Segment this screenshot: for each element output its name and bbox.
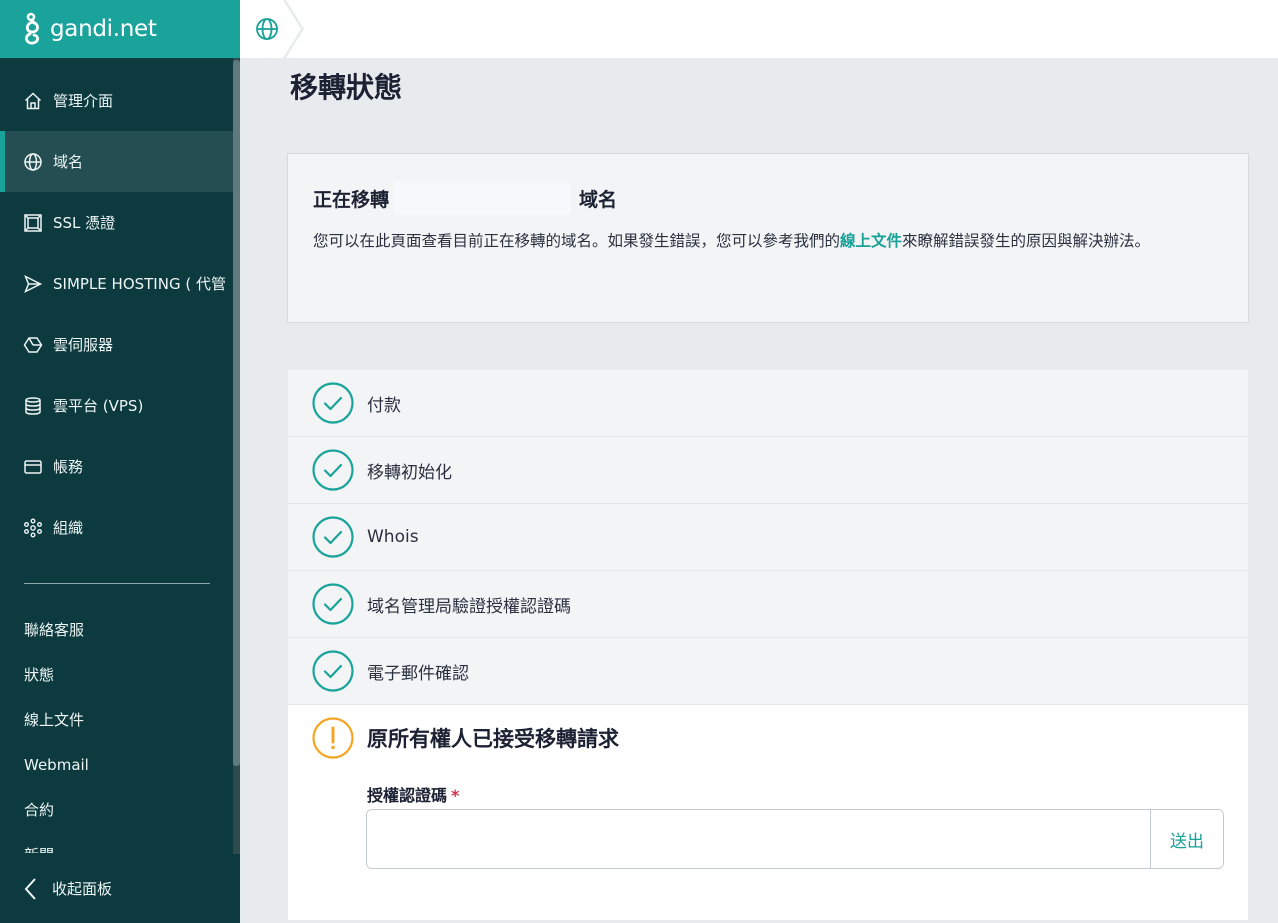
auth-code-input-group: 送出 [366, 809, 1224, 869]
sidebar-item-cloud-server[interactable]: 雲伺服器 [0, 314, 233, 375]
link-documentation[interactable]: 線上文件 [0, 698, 233, 743]
main-nav: 管理介面 域名 SSL 憑證 SIMPLE HOSTING ( 代管 雲伺服器 [0, 70, 233, 558]
sidebar-item-organization[interactable]: 組織 [0, 497, 233, 558]
server-icon [22, 395, 44, 417]
link-news[interactable]: 新聞 [0, 833, 233, 853]
auth-code-label: 授權認證碼 * [367, 782, 459, 806]
sidebar-item-label: 域名 [53, 153, 84, 171]
page-title: 移轉狀態 [290, 71, 403, 104]
required-marker: * [451, 786, 460, 805]
top-bar [240, 0, 1278, 58]
info-title-prefix: 正在移轉 [313, 188, 390, 211]
home-icon [22, 90, 44, 112]
auth-code-label-text: 授權認證碼 [367, 786, 448, 805]
info-desc-after: 來瞭解錯誤發生的原因與解決辦法。 [902, 232, 1151, 250]
sidebar-item-label: 組織 [53, 519, 84, 537]
check-circle-icon [312, 650, 354, 692]
sidebar-item-label: SSL 憑證 [53, 214, 116, 232]
collapse-panel-label: 收起面板 [52, 880, 113, 898]
sidebar-divider [24, 583, 210, 584]
step-label: 電子郵件確認 [367, 663, 469, 684]
sidebar-item-dashboard[interactable]: 管理介面 [0, 70, 233, 131]
link-contracts[interactable]: 合約 [0, 788, 233, 833]
link-status[interactable]: 狀態 [0, 653, 233, 698]
check-circle-icon [312, 449, 354, 491]
step-payment: 付款 [288, 370, 1248, 437]
check-circle-icon [312, 583, 354, 625]
sidebar-item-label: 雲伺服器 [53, 336, 114, 354]
transfer-steps: 付款 移轉初始化 Whois 域名管理局驗證授權認證碼 電子郵件確認 原所有權人… [288, 370, 1248, 920]
certificate-icon [22, 212, 44, 234]
globe-icon [22, 151, 44, 173]
info-title-suffix: 域名 [579, 188, 618, 211]
documentation-link[interactable]: 線上文件 [840, 232, 902, 250]
collapse-panel-button[interactable]: 收起面板 [0, 854, 240, 923]
pending-step-header: 原所有權人已接受移轉請求 [312, 717, 619, 759]
sidebar-item-ssl[interactable]: SSL 憑證 [0, 192, 233, 253]
brand-name: gandi.net [50, 16, 157, 42]
step-registry-authcode: 域名管理局驗證授權認證碼 [288, 571, 1248, 638]
auth-code-input[interactable] [367, 810, 1150, 868]
sidebar-item-billing[interactable]: 帳務 [0, 436, 233, 497]
sidebar-scrollbar-thumb[interactable] [233, 60, 240, 766]
info-desc-before: 您可以在此頁面查看目前正在移轉的域名。如果發生錯誤，您可以參考我們的 [313, 232, 841, 250]
submit-button[interactable]: 送出 [1150, 810, 1223, 868]
step-label: 移轉初始化 [367, 462, 452, 483]
step-label: 域名管理局驗證授權認證碼 [367, 596, 571, 617]
step-owner-acceptance: 原所有權人已接受移轉請求 授權認證碼 * 送出 [288, 705, 1248, 920]
check-circle-icon [312, 516, 354, 558]
warning-circle-icon [312, 717, 354, 759]
brand-logo[interactable]: gandi.net [0, 0, 240, 58]
sidebar-item-simple-hosting[interactable]: SIMPLE HOSTING ( 代管 [0, 253, 233, 314]
gandi-logo-icon [25, 12, 40, 45]
step-label: 付款 [367, 395, 401, 416]
sidebar-item-vps[interactable]: 雲平台 (VPS) [0, 375, 233, 436]
step-whois: Whois [288, 504, 1248, 571]
chevron-left-icon [24, 877, 36, 900]
credit-card-icon [22, 456, 44, 478]
transfer-info-card: 正在移轉 域名 您可以在此頁面查看目前正在移轉的域名。如果發生錯誤，您可以參考我… [287, 153, 1249, 323]
sidebar-item-domains[interactable]: 域名 [0, 131, 233, 192]
info-title: 正在移轉 域名 [313, 181, 617, 215]
redacted-domain [393, 181, 572, 215]
breadcrumb-separator [280, 0, 304, 58]
sidebar-item-label: 帳務 [53, 458, 84, 476]
pending-step-title: 原所有權人已接受移轉請求 [367, 727, 619, 751]
step-transfer-init: 移轉初始化 [288, 437, 1248, 504]
sidebar-item-label: 管理介面 [53, 92, 114, 110]
info-description: 您可以在此頁面查看目前正在移轉的域名。如果發生錯誤，您可以參考我們的線上文件來瞭… [313, 229, 1223, 254]
send-icon [22, 273, 44, 295]
sidebar-links: 聯絡客服 狀態 線上文件 Webmail 合約 新聞 [0, 608, 233, 853]
sidebar-item-label: SIMPLE HOSTING ( 代管 [53, 275, 226, 293]
step-email-confirmation: 電子郵件確認 [288, 638, 1248, 705]
link-contact-support[interactable]: 聯絡客服 [0, 608, 233, 653]
network-icon [22, 517, 44, 539]
sidebar: gandi.net 管理介面 域名 SSL 憑證 SIMPLE HOSTING … [0, 0, 240, 923]
hexagon-icon [22, 334, 44, 356]
main-content: 移轉狀態 正在移轉 域名 您可以在此頁面查看目前正在移轉的域名。如果發生錯誤，您… [240, 58, 1278, 923]
link-webmail[interactable]: Webmail [0, 743, 233, 788]
globe-icon [256, 18, 278, 40]
step-label: Whois [367, 527, 419, 547]
breadcrumb-domains[interactable] [240, 0, 306, 58]
sidebar-item-label: 雲平台 (VPS) [53, 397, 144, 415]
check-circle-icon [312, 382, 354, 424]
